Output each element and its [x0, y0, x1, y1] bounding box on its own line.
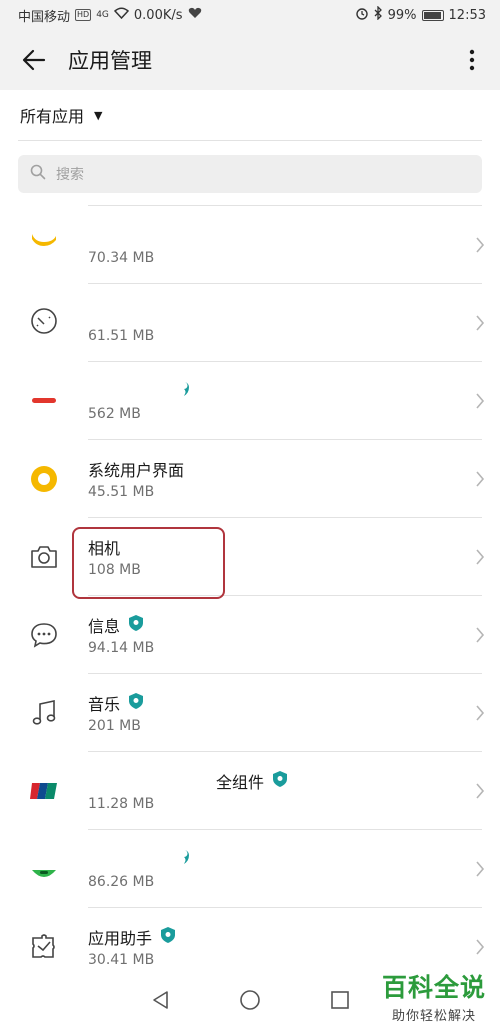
camera-icon	[0, 544, 88, 570]
app-name: 相机	[88, 539, 121, 558]
app-name: 信息	[88, 617, 121, 636]
battery-percent: 99%	[387, 7, 417, 23]
filter-label: 所有应用	[20, 107, 85, 126]
wifi-icon	[113, 7, 129, 23]
home-circle-icon[interactable]	[239, 989, 261, 1015]
battery-icon	[421, 9, 444, 21]
unionpay-icon	[0, 782, 88, 800]
chevron-right-icon	[460, 237, 500, 253]
chevron-right-icon	[460, 549, 500, 565]
chevron-right-icon	[460, 393, 500, 409]
carrier-label: 中国移动	[18, 9, 71, 25]
app-row[interactable]: 音乐 201 MB	[0, 674, 500, 752]
alarm-icon	[355, 6, 369, 24]
app-size: 562 MB	[88, 406, 141, 422]
app-size: 30.41 MB	[88, 952, 155, 968]
page-title: 应用管理	[68, 49, 152, 73]
chevron-right-icon	[460, 705, 500, 721]
chevron-right-icon	[460, 315, 500, 331]
watermark-subtitle: 助你轻松解决	[391, 1009, 476, 1024]
app-size: 94.14 MB	[88, 640, 155, 656]
app-row[interactable]: 系统用户界面 45.51 MB	[0, 440, 500, 518]
recents-square-icon[interactable]	[331, 991, 349, 1013]
app-name: 应用助手	[88, 929, 153, 948]
search-icon	[30, 164, 46, 184]
more-options-icon[interactable]	[460, 42, 484, 78]
app-name: 系统用户界面	[88, 461, 185, 480]
hd-icon: HD	[75, 9, 92, 21]
watermark-title: 百科全说	[381, 973, 486, 1002]
search-placeholder: 搜索	[56, 167, 84, 183]
chevron-right-icon	[460, 861, 500, 877]
app-row[interactable]: 61.51 MB	[0, 284, 500, 362]
chevron-right-icon	[460, 939, 500, 955]
app-row[interactable]: 86.26 MB	[0, 830, 500, 908]
app-row[interactable]: 全组件 11.28 MB	[0, 752, 500, 830]
security-badge-icon	[272, 770, 288, 792]
chevron-right-icon	[460, 783, 500, 799]
app-row-camera[interactable]: 相机 108 MB	[0, 518, 500, 596]
app-size: 108 MB	[88, 562, 141, 578]
security-badge-icon	[178, 849, 190, 869]
music-icon	[0, 699, 88, 727]
app-green-icon	[0, 854, 88, 884]
app-size: 45.51 MB	[88, 484, 155, 500]
app-red-icon	[0, 386, 88, 416]
network-speed: 0.00K/s	[133, 7, 183, 23]
chevron-right-icon	[460, 627, 500, 643]
security-badge-icon	[160, 926, 176, 948]
app-row[interactable]: 70.34 MB	[0, 206, 500, 284]
back-arrow-icon[interactable]	[16, 42, 52, 78]
app-row[interactable]: 信息 94.14 MB	[0, 596, 500, 674]
status-bar: 中国移动 HD 4G 0.00K/s 99% 12:53	[0, 0, 500, 30]
app-assistant-icon	[0, 933, 88, 961]
chevron-right-icon	[460, 471, 500, 487]
dropdown-triangle-icon: ▼	[94, 108, 103, 122]
watermark-logo: 百科全说 助你轻松解决	[382, 968, 486, 1024]
security-badge-icon	[178, 381, 190, 401]
app-size: 61.51 MB	[88, 328, 155, 344]
app-name: 全组件	[216, 773, 265, 792]
app-gauge-icon	[0, 308, 88, 338]
back-triangle-icon[interactable]	[151, 990, 169, 1014]
app-bar: 应用管理	[0, 30, 500, 90]
app-size: 201 MB	[88, 718, 141, 734]
app-size: 11.28 MB	[88, 796, 155, 812]
search-input[interactable]: 搜索	[18, 155, 482, 193]
system-ui-icon	[0, 464, 88, 494]
clock: 12:53	[448, 7, 486, 23]
app-yellow-icon	[0, 230, 88, 260]
security-badge-icon	[128, 614, 144, 636]
app-list: 70.34 MB 61.51 MB 562 MB 系统用户界面 45.51 MB…	[0, 206, 500, 986]
messages-icon	[0, 621, 88, 649]
app-name: 音乐	[88, 695, 121, 714]
bluetooth-icon	[374, 5, 383, 24]
app-row[interactable]: 562 MB	[0, 362, 500, 440]
app-filter-dropdown[interactable]: 所有应用 ▼	[0, 90, 500, 140]
security-badge-icon	[128, 692, 144, 714]
heart-icon	[188, 7, 202, 23]
app-size: 70.34 MB	[88, 250, 155, 266]
app-size: 86.26 MB	[88, 874, 155, 890]
signal-icon: 4G	[96, 10, 109, 20]
